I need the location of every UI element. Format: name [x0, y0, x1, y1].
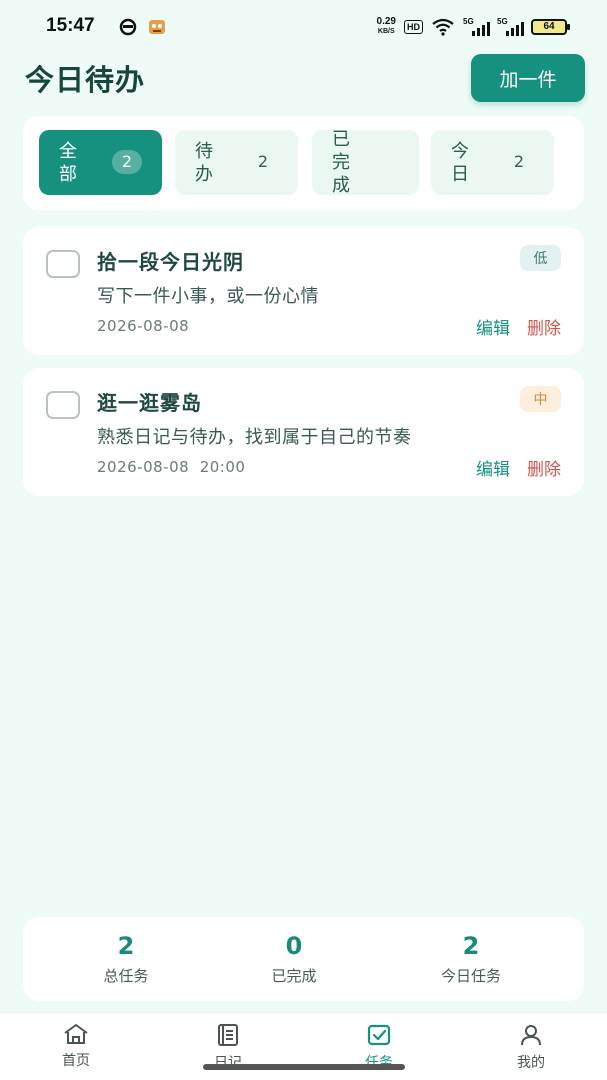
edit-button[interactable]: 编辑 [476, 455, 510, 480]
filter-tab-label: 今日 [451, 140, 469, 185]
stat-label: 已完成 [271, 967, 317, 985]
home-icon [64, 1024, 88, 1044]
task-card[interactable]: 拾一段今日光阴 低 写下一件小事，或一份心情 2026-08-08 编辑 删除 [23, 227, 584, 355]
filter-tab-count: 2 [112, 150, 142, 174]
filter-tab-label: 待办 [195, 140, 213, 185]
battery-icon: 64 [531, 19, 570, 35]
stat-completed: 0 已完成 [224, 931, 364, 986]
stat-value: 2 [117, 932, 135, 960]
stat-value: 2 [462, 932, 480, 960]
stats-summary: 2 总任务 0 已完成 2 今日任务 [23, 917, 584, 1001]
game-app-icon [149, 20, 165, 34]
filter-tab-today[interactable]: 今日 2 [431, 130, 554, 195]
home-indicator[interactable] [203, 1064, 405, 1070]
network-speed: 0.29 KB/S [377, 17, 396, 37]
stat-today: 2 今日任务 [401, 931, 541, 986]
task-title: 拾一段今日光阴 [97, 250, 244, 274]
delete-button[interactable]: 删除 [527, 314, 561, 339]
nav-item-home[interactable]: 首页 [36, 1023, 116, 1070]
priority-badge: 中 [520, 386, 561, 412]
network-speed-unit: KB/S [377, 28, 395, 35]
add-task-button[interactable]: 加一件 [471, 54, 585, 102]
stat-label: 今日任务 [440, 967, 501, 985]
filter-tab-count: 2 [257, 152, 269, 171]
circle-app-icon [119, 18, 137, 36]
signal-5g-1-icon: 5G [463, 17, 490, 36]
hd-icon: HD [404, 20, 423, 34]
status-time: 15:47 [46, 15, 95, 36]
nav-item-profile[interactable]: 我的 [491, 1023, 571, 1072]
page-title: 今日待办 [25, 63, 146, 97]
nav-label: 我的 [517, 1055, 545, 1071]
filter-tab-label: 已完成 [332, 129, 350, 196]
edit-button[interactable]: 编辑 [476, 314, 510, 339]
notebook-icon [218, 1024, 238, 1046]
task-actions: 编辑 删除 [476, 314, 561, 339]
task-description: 写下一件小事，或一份心情 [97, 286, 319, 307]
status-right: 0.29 KB/S HD 5G 5G 64 [377, 16, 570, 38]
task-checkbox[interactable] [46, 391, 80, 419]
stat-value: 0 [285, 932, 303, 960]
task-date: 2026-08-08 [97, 317, 190, 335]
task-card[interactable]: 逛一逛雾岛 中 熟悉日记与待办，找到属于自己的节奏 2026-08-08 20:… [23, 368, 584, 496]
checkbox-icon [367, 1024, 391, 1046]
task-title: 逛一逛雾岛 [97, 391, 202, 415]
nav-label: 首页 [62, 1053, 90, 1069]
filter-tab-count: 2 [513, 152, 525, 171]
filter-tab-label: 全部 [59, 140, 77, 185]
task-date: 2026-08-08 20:00 [97, 458, 246, 476]
filter-tab-completed[interactable]: 已完成 [312, 129, 419, 196]
filter-tab-count [369, 150, 399, 174]
filter-tab-pending[interactable]: 待办 2 [175, 130, 298, 195]
task-description: 熟悉日记与待办，找到属于自己的节奏 [97, 427, 412, 448]
wifi-icon [432, 18, 454, 36]
status-bar: 15:47 0.29 KB/S HD 5G 5G 64 [0, 0, 607, 52]
delete-button[interactable]: 删除 [527, 455, 561, 480]
network-speed-value: 0.29 [376, 16, 396, 27]
user-icon [521, 1025, 541, 1046]
task-actions: 编辑 删除 [476, 455, 561, 480]
signal-5g-2-icon: 5G [497, 17, 524, 36]
filter-bar: 全部 2 待办 2 已完成 今日 2 [23, 116, 584, 210]
priority-badge: 低 [520, 245, 561, 271]
stat-total: 2 总任务 [56, 931, 196, 986]
filter-tab-all[interactable]: 全部 2 [39, 130, 162, 195]
task-checkbox[interactable] [46, 250, 80, 278]
stat-label: 总任务 [103, 967, 149, 985]
